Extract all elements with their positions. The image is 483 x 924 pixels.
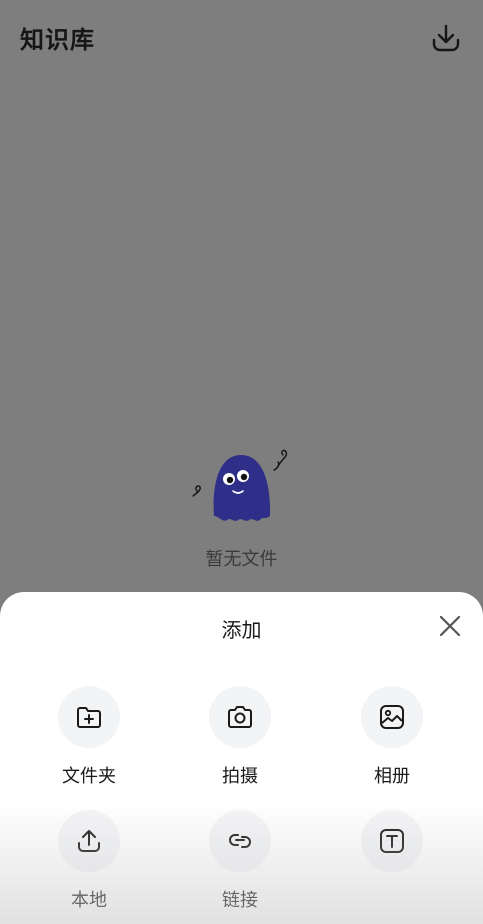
text-icon: [380, 829, 404, 853]
ghost-mascot-illustration: [192, 449, 288, 521]
local-label: 本地: [71, 890, 107, 911]
close-button[interactable]: [434, 610, 466, 642]
link-label: 链接: [222, 890, 258, 911]
download-icon: [432, 24, 460, 52]
empty-state-text: 暂无文件: [205, 549, 278, 570]
folder-add-icon: [77, 707, 101, 728]
add-bottom-sheet: 添加 文件夹 拍摄 相册 本地 链接: [0, 592, 483, 924]
camera-icon: [228, 706, 252, 728]
sheet-title: 添加: [221, 618, 262, 642]
gallery-icon: [380, 705, 404, 729]
close-icon: [439, 615, 461, 637]
link-icon: [229, 834, 251, 848]
page-title: 知识库: [20, 26, 95, 54]
album-label: 相册: [374, 766, 410, 787]
upload-icon: [78, 830, 100, 852]
link-button[interactable]: 链接: [180, 810, 300, 912]
take-photo-button[interactable]: 拍摄: [180, 686, 300, 788]
album-button[interactable]: 相册: [332, 686, 452, 788]
add-folder-button[interactable]: 文件夹: [29, 686, 149, 788]
camera-label: 拍摄: [222, 766, 258, 787]
local-upload-button[interactable]: 本地: [29, 810, 149, 912]
download-button[interactable]: [428, 20, 464, 56]
folder-label: 文件夹: [62, 766, 116, 787]
text-button[interactable]: [332, 810, 452, 886]
